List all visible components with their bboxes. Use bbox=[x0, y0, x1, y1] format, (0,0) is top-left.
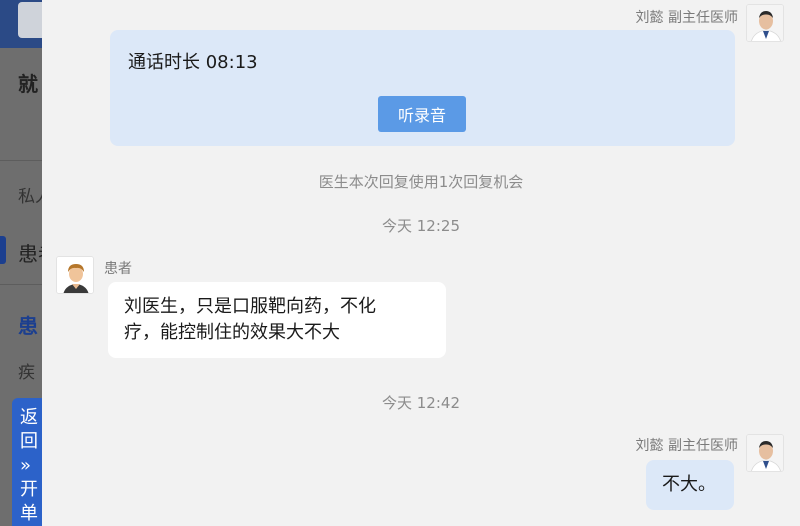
message-text: 不大。 bbox=[662, 474, 716, 495]
patient-avatar[interactable] bbox=[56, 256, 94, 294]
doctor-message-bubble: 不大。 bbox=[646, 460, 734, 510]
doctor-avatar[interactable] bbox=[746, 4, 784, 42]
background-section-title: 患 bbox=[18, 314, 38, 338]
patient-message-bubble: 刘医生，只是口服靶向药，不化 疗，能控制住的效果大不大 bbox=[108, 282, 446, 358]
patient-name: 患者 bbox=[104, 261, 132, 277]
active-indicator bbox=[0, 236, 6, 264]
doctor-name: 刘懿 副主任医师 bbox=[635, 10, 738, 26]
listen-recording-button[interactable]: 听录音 bbox=[378, 96, 466, 132]
timestamp: 今天 12:42 bbox=[382, 394, 460, 412]
call-record-card: 通话时长 08:13 听录音 bbox=[110, 30, 735, 146]
timestamp: 今天 12:25 bbox=[382, 217, 460, 235]
message-text-line: 疗，能控制住的效果大不大 bbox=[124, 322, 340, 343]
call-duration: 通话时长 08:13 bbox=[128, 52, 258, 73]
reply-usage-note: 医生本次回复使用1次回复机会 bbox=[318, 173, 524, 191]
message-text-line: 刘医生，只是口服靶向药，不化 bbox=[124, 296, 376, 317]
doctor-name: 刘懿 副主任医师 bbox=[635, 438, 738, 454]
background-field-label: 疾 bbox=[18, 363, 35, 383]
chat-panel: 刘懿 副主任医师 通话时长 08:13 听录音 医生本次回复使用1次回复机会 今… bbox=[42, 0, 800, 526]
doctor-avatar[interactable] bbox=[746, 434, 784, 472]
background-title: 就 bbox=[18, 72, 38, 96]
